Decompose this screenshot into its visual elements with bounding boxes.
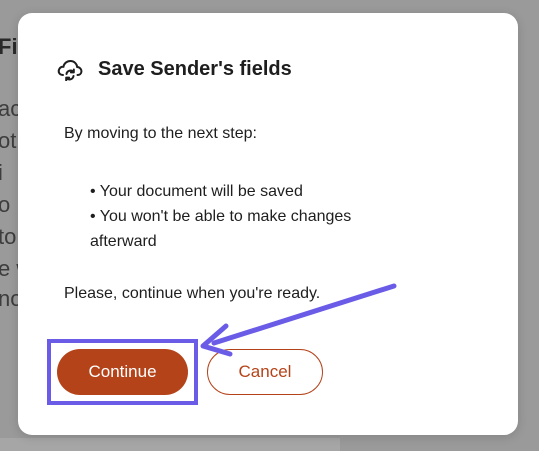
background-heading: Fi [0,34,18,59]
dialog-title: Save Sender's fields [98,57,292,80]
dialog-outro-text: Please, continue when you're ready. [64,285,321,302]
background-strip [0,438,340,451]
background-text-line: i [0,160,3,185]
dialog-bullet-list: • Your document will be saved • You won'… [90,179,410,254]
cloud-sync-icon [56,55,84,83]
dialog-intro-text: By moving to the next step: [64,125,257,142]
continue-button[interactable]: Continue [57,349,188,395]
dialog-header: Save Sender's fields [56,55,292,83]
background-text-line: ot [0,128,17,153]
cancel-button[interactable]: Cancel [207,349,323,395]
save-fields-dialog: Save Sender's fields By moving to the ne… [18,13,518,435]
bullet-item: • You won't be able to make changes afte… [90,208,352,250]
background-text-line: to [0,224,17,249]
bullet-item: • Your document will be saved [90,183,303,200]
background-text-line: o [0,192,11,217]
